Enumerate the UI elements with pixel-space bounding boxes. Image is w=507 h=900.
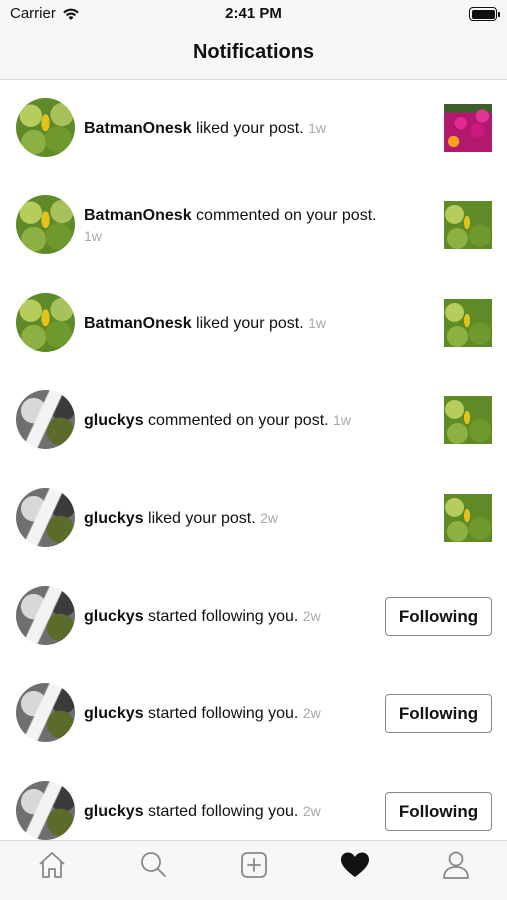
page-title: Notifications bbox=[192, 41, 315, 63]
heart-icon bbox=[341, 852, 369, 877]
status-time: 2:41 PM bbox=[225, 5, 282, 22]
avatar[interactable] bbox=[16, 488, 75, 547]
notification-row[interactable]: gluckys started following you. 2w Follow… bbox=[0, 665, 507, 761]
status-bar: Carrier 2:41 PM bbox=[0, 0, 507, 28]
username[interactable]: BatmanOnesk bbox=[84, 120, 192, 137]
username[interactable]: gluckys bbox=[84, 705, 144, 722]
notification-row[interactable]: gluckys liked your post. 2w bbox=[0, 470, 507, 566]
notification-time: 2w bbox=[302, 803, 321, 819]
add-post-icon bbox=[241, 852, 267, 878]
notification-row[interactable]: BatmanOnesk liked your post. 1w bbox=[0, 275, 507, 371]
notification-time: 2w bbox=[302, 705, 321, 721]
navigation-bar: Notifications bbox=[0, 28, 507, 80]
notification-action: started following you. bbox=[148, 705, 299, 722]
notification-row[interactable]: BatmanOnesk liked your post. 1w bbox=[0, 80, 507, 176]
home-icon bbox=[39, 852, 65, 878]
notification-action: liked your post. bbox=[148, 510, 256, 527]
username[interactable]: BatmanOnesk bbox=[84, 315, 192, 332]
notification-time: 1w bbox=[333, 412, 351, 428]
notification-text: BatmanOnesk liked your post. 1w bbox=[84, 118, 404, 139]
notification-time: 2w bbox=[260, 510, 279, 526]
notification-text: BatmanOnesk commented on your post. 1w bbox=[84, 205, 384, 247]
avatar[interactable] bbox=[16, 586, 75, 645]
tab-activity[interactable] bbox=[339, 849, 371, 881]
notification-action: liked your post. bbox=[196, 120, 304, 137]
username[interactable]: gluckys bbox=[84, 803, 144, 820]
notification-text: BatmanOnesk liked your post. 1w bbox=[84, 313, 404, 334]
post-thumbnail[interactable] bbox=[444, 299, 492, 347]
notification-time: 2w bbox=[302, 608, 321, 624]
post-thumbnail[interactable] bbox=[444, 104, 492, 152]
username[interactable]: gluckys bbox=[84, 412, 144, 429]
avatar[interactable] bbox=[16, 98, 75, 157]
username[interactable]: gluckys bbox=[84, 608, 144, 625]
notifications-list[interactable]: BatmanOnesk liked your post. 1w BatmanOn… bbox=[0, 80, 507, 840]
notification-text: gluckys started following you. 2w bbox=[84, 801, 374, 822]
tab-home[interactable] bbox=[36, 849, 68, 881]
notification-time: 1w bbox=[308, 120, 327, 136]
notification-row[interactable]: BatmanOnesk commented on your post. 1w bbox=[0, 177, 507, 273]
notification-time: 1w bbox=[308, 315, 327, 331]
avatar[interactable] bbox=[16, 390, 75, 449]
notification-row[interactable]: gluckys started following you. 2w Follow… bbox=[0, 568, 507, 664]
avatar[interactable] bbox=[16, 683, 75, 742]
username[interactable]: BatmanOnesk bbox=[84, 207, 192, 224]
following-button[interactable]: Following bbox=[385, 792, 492, 831]
tab-add-post[interactable] bbox=[238, 849, 270, 881]
post-thumbnail[interactable] bbox=[444, 201, 492, 249]
notification-action: started following you. bbox=[148, 608, 299, 625]
notification-row[interactable]: gluckys commented on your post. 1w bbox=[0, 372, 507, 468]
notification-text: gluckys started following you. 2w bbox=[84, 606, 374, 627]
following-button[interactable]: Following bbox=[385, 694, 492, 733]
notification-time: 1w bbox=[84, 228, 102, 244]
post-thumbnail[interactable] bbox=[444, 494, 492, 542]
tab-search[interactable] bbox=[137, 849, 169, 881]
notification-action: liked your post. bbox=[196, 315, 304, 332]
profile-icon bbox=[443, 851, 469, 879]
battery-icon bbox=[469, 7, 500, 21]
notification-text: gluckys started following you. 2w bbox=[84, 703, 374, 724]
notification-row[interactable]: gluckys started following you. 2w Follow… bbox=[0, 763, 507, 840]
notification-text: gluckys commented on your post. 1w bbox=[84, 410, 414, 431]
search-icon bbox=[141, 852, 166, 877]
avatar[interactable] bbox=[16, 781, 75, 840]
notification-action: commented on your post. bbox=[196, 207, 377, 224]
avatar[interactable] bbox=[16, 293, 75, 352]
notification-action: started following you. bbox=[148, 803, 299, 820]
post-thumbnail[interactable] bbox=[444, 396, 492, 444]
notification-text: gluckys liked your post. 2w bbox=[84, 508, 404, 529]
notification-action: commented on your post. bbox=[148, 412, 329, 429]
tab-profile[interactable] bbox=[440, 849, 472, 881]
tab-bar bbox=[0, 840, 507, 900]
avatar[interactable] bbox=[16, 195, 75, 254]
username[interactable]: gluckys bbox=[84, 510, 144, 527]
following-button[interactable]: Following bbox=[385, 597, 492, 636]
